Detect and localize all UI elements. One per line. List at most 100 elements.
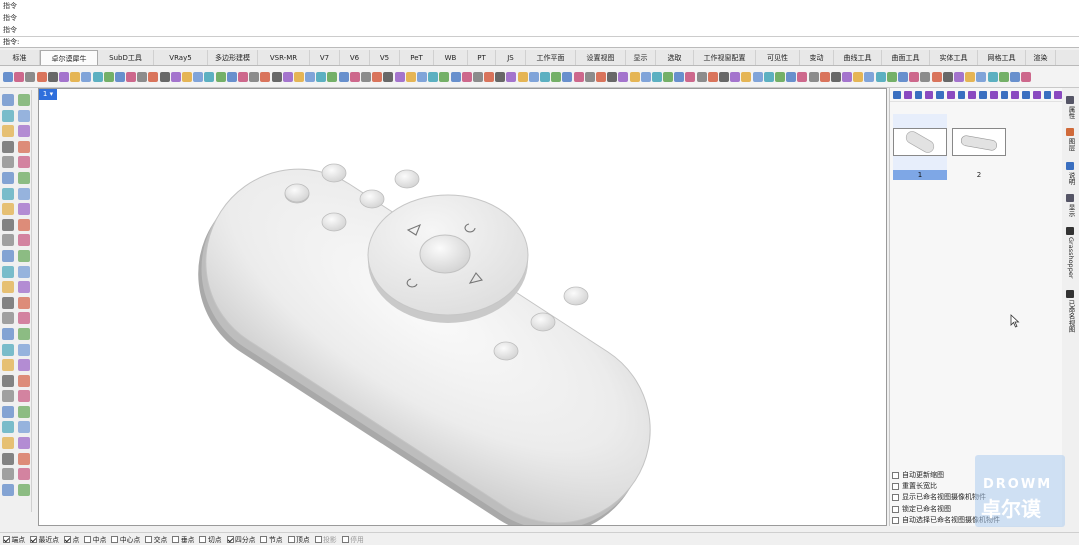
toolbar-tool-icon[interactable] xyxy=(730,71,741,82)
checkbox[interactable] xyxy=(892,472,899,480)
toolbar-tool-icon[interactable] xyxy=(864,71,875,82)
side-tab-grasshopper[interactable]: Grasshopper xyxy=(1065,237,1077,279)
left-palette-tool-icon[interactable] xyxy=(2,312,14,325)
checkbox[interactable] xyxy=(199,535,207,543)
toolbar-tool-icon[interactable] xyxy=(327,71,338,82)
left-palette-tool-icon[interactable] xyxy=(2,109,14,122)
toolbar-tool-icon[interactable] xyxy=(618,71,629,82)
named-views-tool-icon[interactable] xyxy=(957,90,966,99)
checkbox[interactable] xyxy=(145,535,153,543)
checkbox[interactable] xyxy=(226,535,234,543)
toolbar-tab[interactable]: 显示 xyxy=(626,50,656,65)
left-palette-tool-icon[interactable] xyxy=(2,327,14,340)
left-palette-tool-icon[interactable] xyxy=(2,234,14,247)
toolbar-tab[interactable]: WB xyxy=(434,50,468,65)
osnap-toggle[interactable]: 顶点 xyxy=(287,534,310,544)
left-palette-tool-icon[interactable] xyxy=(18,327,30,340)
left-palette-tool-icon[interactable] xyxy=(18,234,30,247)
named-views-tool-icon[interactable] xyxy=(979,90,987,99)
toolbar-tool-icon[interactable] xyxy=(976,71,987,82)
named-views-tool-icon[interactable] xyxy=(925,90,933,99)
command-prompt-input[interactable]: 指令: xyxy=(0,37,1079,48)
toolbar-tool-icon[interactable] xyxy=(58,71,69,82)
left-palette-tool-icon[interactable] xyxy=(18,437,30,450)
toolbar-tool-icon[interactable] xyxy=(182,71,192,82)
named-views-tool-icon[interactable] xyxy=(1022,90,1030,99)
toolbar-tab[interactable]: 选取 xyxy=(656,50,694,65)
left-palette-tool-icon[interactable] xyxy=(18,218,30,231)
named-views-tool-icon[interactable] xyxy=(893,90,901,99)
left-palette-tool-icon[interactable] xyxy=(18,281,30,294)
left-palette-tool-icon[interactable] xyxy=(2,296,14,309)
toolbar-tab[interactable]: PeT xyxy=(400,50,434,65)
toolbar-tool-icon[interactable] xyxy=(707,71,718,82)
toolbar-tab[interactable]: 曲线工具 xyxy=(834,50,882,65)
toolbar-tab[interactable]: 工作视窗配置 xyxy=(694,50,756,65)
toolbar-tab[interactable]: VRay5 xyxy=(154,50,208,65)
osnap-toggle[interactable]: 交点 xyxy=(145,534,167,544)
toolbar-tool-icon[interactable] xyxy=(763,71,774,82)
toolbar-tool-icon[interactable] xyxy=(439,71,450,82)
toolbar-tool-icon[interactable] xyxy=(1009,71,1020,82)
left-palette-tool-icon[interactable] xyxy=(18,421,30,434)
toolbar-tab[interactable]: 实体工具 xyxy=(930,50,978,65)
left-palette-tool-icon[interactable] xyxy=(2,249,14,262)
osnap-toggle[interactable]: 垂点 xyxy=(172,534,194,544)
toolbar-tool-icon[interactable] xyxy=(920,71,931,82)
toolbar-tab[interactable]: 工作平面 xyxy=(526,50,576,65)
toolbar-tool-icon[interactable] xyxy=(3,71,13,82)
left-palette-tool-icon[interactable] xyxy=(18,359,30,372)
osnap-toggle[interactable]: 中心点 xyxy=(111,534,140,544)
named-views-tool-icon[interactable] xyxy=(1043,90,1052,99)
left-palette-tool-icon[interactable] xyxy=(2,187,14,200)
toolbar-tab[interactable]: 标准 xyxy=(0,50,40,65)
left-palette-tool-icon[interactable] xyxy=(2,94,14,106)
toolbar-tab[interactable]: JS xyxy=(496,50,526,65)
toolbar-tool-icon[interactable] xyxy=(651,71,662,82)
toolbar-tool-icon[interactable] xyxy=(842,71,853,82)
toolbar-tool-icon[interactable] xyxy=(629,71,640,82)
toolbar-tool-icon[interactable] xyxy=(998,71,1009,82)
toolbar-tool-icon[interactable] xyxy=(495,71,506,82)
side-tab-properties[interactable]: 属性 xyxy=(1065,106,1077,119)
toolbar-tool-icon[interactable] xyxy=(92,71,103,82)
named-views-tool-icon[interactable] xyxy=(903,90,912,99)
toolbar-tool-icon[interactable] xyxy=(517,71,528,82)
toolbar-tool-icon[interactable] xyxy=(808,71,819,82)
named-views-tool-icon[interactable] xyxy=(968,90,976,99)
toolbar-tool-icon[interactable] xyxy=(159,71,170,82)
left-palette-tool-icon[interactable] xyxy=(2,390,14,403)
toolbar-tool-icon[interactable] xyxy=(953,71,964,82)
left-palette-tool-icon[interactable] xyxy=(18,483,30,496)
left-palette-tool-icon[interactable] xyxy=(18,187,30,200)
toolbar-tool-icon[interactable] xyxy=(226,71,237,82)
named-view-label-2[interactable]: 2 xyxy=(952,170,1006,180)
left-palette-tool-icon[interactable] xyxy=(18,343,30,356)
toolbar-tool-icon[interactable] xyxy=(126,71,137,82)
toolbar-tab[interactable]: 多边形建模 xyxy=(208,50,258,65)
left-palette-tool-icon[interactable] xyxy=(18,249,30,262)
toolbar-tool-icon[interactable] xyxy=(663,71,674,82)
toolbar-tool-icon[interactable] xyxy=(965,71,976,82)
toolbar-tool-icon[interactable] xyxy=(1021,71,1032,82)
toolbar-tool-icon[interactable] xyxy=(898,71,908,82)
toolbar-tool-icon[interactable] xyxy=(472,71,483,82)
toolbar-tool-icon[interactable] xyxy=(774,71,785,82)
toolbar-tool-icon[interactable] xyxy=(25,71,36,82)
left-palette-tool-icon[interactable] xyxy=(2,218,14,231)
side-tab-named-views[interactable]: 已命名视图 xyxy=(1065,300,1077,333)
left-palette-tool-icon[interactable] xyxy=(2,343,14,356)
toolbar-tool-icon[interactable] xyxy=(595,71,606,82)
left-palette-tool-icon[interactable] xyxy=(2,421,14,434)
toolbar-tool-icon[interactable] xyxy=(372,71,383,82)
checkbox[interactable] xyxy=(287,535,295,543)
toolbar-tool-icon[interactable] xyxy=(786,71,797,82)
left-palette-tool-icon[interactable] xyxy=(18,312,30,325)
toolbar-tool-icon[interactable] xyxy=(14,71,25,82)
left-palette-tool-icon[interactable] xyxy=(18,109,30,122)
left-palette-tool-icon[interactable] xyxy=(18,374,30,387)
toolbar-tool-icon[interactable] xyxy=(204,71,215,82)
left-palette-tool-icon[interactable] xyxy=(2,265,14,278)
named-views-tool-icon[interactable] xyxy=(1032,90,1041,99)
left-palette-tool-icon[interactable] xyxy=(2,452,14,465)
